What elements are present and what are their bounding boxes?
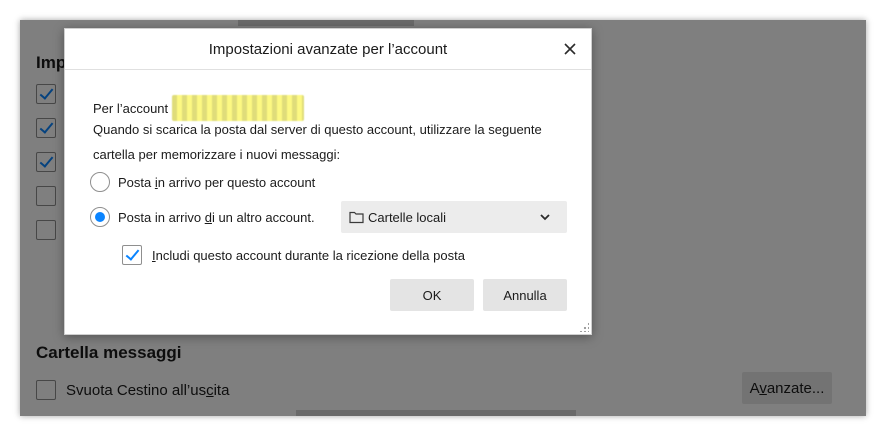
- radio-this-account-label[interactable]: Posta in arrivo per questo account: [118, 175, 315, 190]
- account-name-redacted: [172, 95, 305, 121]
- folder-select-value: Cartelle locali: [368, 209, 447, 225]
- dialog-header: Impostazioni avanzate per l’account: [65, 29, 591, 70]
- description-line-1: Quando si scarica la posta dal server di…: [93, 122, 542, 137]
- resize-grip[interactable]: [579, 322, 589, 332]
- ok-button[interactable]: OK: [390, 279, 474, 311]
- radio-this-account[interactable]: [90, 172, 110, 192]
- include-account-label[interactable]: Includi questo account durante la ricezi…: [152, 248, 465, 263]
- advanced-account-settings-dialog: Impostazioni avanzate per l’account Per …: [64, 28, 592, 335]
- cancel-button[interactable]: Annulla: [483, 279, 567, 311]
- radio-other-account[interactable]: [90, 207, 110, 227]
- folder-icon: [349, 211, 364, 224]
- account-line: Per l’account: [93, 95, 305, 121]
- folder-select[interactable]: Cartelle locali: [341, 201, 567, 233]
- radio-other-account-label[interactable]: Posta in arrivo di un altro account.: [118, 210, 315, 225]
- description-line-2: cartella per memorizzare i nuovi messagg…: [93, 147, 341, 162]
- include-account-checkbox[interactable]: [122, 245, 142, 265]
- dialog-title: Impostazioni avanzate per l’account: [208, 41, 448, 58]
- close-icon[interactable]: [559, 38, 581, 60]
- chevron-down-icon: [540, 214, 550, 221]
- account-prefix: Per l’account: [93, 100, 169, 116]
